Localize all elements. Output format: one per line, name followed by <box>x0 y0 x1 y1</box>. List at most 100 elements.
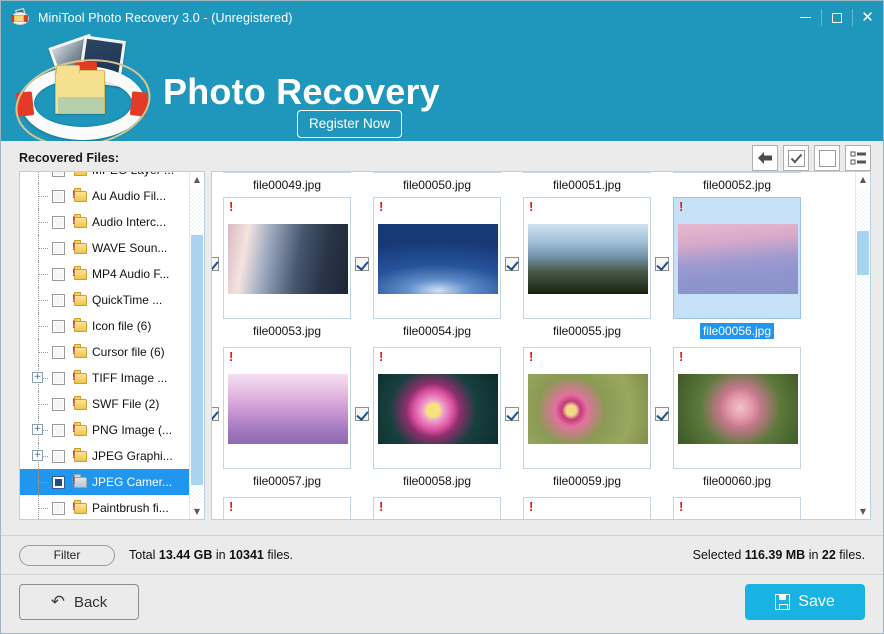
tree-item[interactable]: ! JPEG Camer... <box>20 469 190 495</box>
tree-scrollbar-thumb[interactable] <box>191 235 203 485</box>
tree-expand-icon[interactable]: + <box>32 424 43 435</box>
file-thumbnail-tile[interactable]: ! <box>373 347 501 469</box>
file-cell[interactable]: ! <box>512 496 662 519</box>
minimize-button[interactable] <box>790 1 821 34</box>
file-checkbox[interactable] <box>505 407 519 421</box>
tree-item-checkbox[interactable] <box>52 320 65 333</box>
files-scrollbar-track[interactable] <box>856 187 870 504</box>
tree-item[interactable]: ! Icon file (6) <box>20 313 190 339</box>
file-thumbnail-tile[interactable]: ! <box>523 497 651 519</box>
files-scrollbar-thumb[interactable] <box>857 231 869 275</box>
tree-item-checkbox[interactable] <box>52 242 65 255</box>
tree-item[interactable]: ! Au Audio Fil... <box>20 183 190 209</box>
file-cell[interactable]: ! <box>362 496 512 519</box>
tree-scroll-up-icon[interactable]: ▲ <box>190 172 204 187</box>
tree-item-checkbox[interactable] <box>52 502 65 515</box>
file-cell[interactable]: ! file00056.jpg <box>655 196 812 346</box>
toolbar-list-view-button[interactable] <box>845 145 871 171</box>
tree-scrollbar-track[interactable] <box>190 187 204 504</box>
tree-item[interactable]: ! SWF File (2) <box>20 391 190 417</box>
tree-item-checkbox[interactable] <box>52 372 65 385</box>
file-thumbnail-tile[interactable]: ! <box>523 347 651 469</box>
close-button[interactable]: ✕ <box>852 1 883 34</box>
file-checkbox[interactable] <box>355 257 369 271</box>
file-thumbnail-tile[interactable] <box>223 172 351 173</box>
files-scroll-down-icon[interactable]: ▼ <box>856 504 870 519</box>
back-button[interactable]: ↶ Back <box>19 584 139 620</box>
save-button[interactable]: Save <box>745 584 865 620</box>
file-checkbox[interactable] <box>212 407 219 421</box>
tree-expand-icon[interactable]: + <box>32 450 43 461</box>
file-thumbnail-grid[interactable]: file00049.jpg file00050.jpg file00051.jpg f… <box>211 171 871 520</box>
tree-item-checkbox[interactable] <box>52 172 65 177</box>
register-now-button[interactable]: Register Now <box>297 110 403 138</box>
file-cell[interactable]: ! file00054.jpg <box>355 196 512 346</box>
file-checkbox[interactable] <box>505 257 519 271</box>
tree-expand-icon[interactable]: + <box>32 372 43 383</box>
tree-item[interactable]: ! WAVE Soun... <box>20 235 190 261</box>
toolbar-back-button[interactable] <box>752 145 778 171</box>
tree-item[interactable]: ! Cursor file (6) <box>20 339 190 365</box>
file-cell[interactable]: file00050.jpg <box>362 172 512 196</box>
file-cell[interactable]: ! file00060.jpg <box>655 346 812 496</box>
files-scroll-up-icon[interactable]: ▲ <box>856 172 870 187</box>
filter-button[interactable]: Filter <box>19 544 115 566</box>
file-checkbox[interactable] <box>355 407 369 421</box>
tree-item[interactable]: +! TIFF Image ... <box>20 365 190 391</box>
tree-item-checkbox[interactable] <box>52 294 65 307</box>
file-thumbnail-tile[interactable] <box>373 172 501 173</box>
tree-item[interactable]: ! MPEG Layer ... <box>20 172 190 183</box>
tree-item-checkbox[interactable] <box>52 424 65 437</box>
tree-item[interactable]: +! JPEG Graphi... <box>20 443 190 469</box>
file-cell[interactable]: ! file00057.jpg <box>212 346 362 496</box>
file-cell[interactable]: file00051.jpg <box>512 172 662 196</box>
file-cell[interactable]: ! <box>662 496 812 519</box>
file-type-tree[interactable]: ! MPEG Layer ...! Au Audio Fil...! Audio In… <box>19 171 205 520</box>
file-cell[interactable]: file00052.jpg <box>662 172 812 196</box>
main-content: Recovered Files: ! MPEG Layer ...! Au Audi… <box>1 141 883 633</box>
tree-scroll-down-icon[interactable]: ▼ <box>190 504 204 519</box>
file-cell[interactable]: file00049.jpg <box>212 172 362 196</box>
tree-item-checkbox[interactable] <box>52 268 65 281</box>
file-thumbnail-tile[interactable]: ! <box>223 497 351 519</box>
file-checkbox[interactable] <box>655 407 669 421</box>
file-checkbox[interactable] <box>212 257 219 271</box>
file-thumbnail-tile[interactable]: ! <box>223 197 351 319</box>
tree-item[interactable]: ! MP4 Audio F... <box>20 261 190 287</box>
tree-item[interactable]: ! QuickTime ... <box>20 287 190 313</box>
tree-scrollbar[interactable]: ▲ ▼ <box>189 172 204 519</box>
file-thumbnail-tile[interactable]: ! <box>673 347 801 469</box>
tree-item-checkbox[interactable] <box>52 476 65 489</box>
file-thumbnail-tile[interactable] <box>523 172 651 173</box>
tree-item[interactable]: ! Paintbrush fi... <box>20 495 190 519</box>
maximize-button[interactable] <box>821 1 852 34</box>
file-thumbnail-tile[interactable]: ! <box>373 197 501 319</box>
file-thumbnail-tile[interactable]: ! <box>673 197 801 319</box>
file-cell[interactable]: ! file00053.jpg <box>212 196 362 346</box>
tree-guide-dots <box>38 300 48 301</box>
toolbar-select-all-button[interactable] <box>783 145 809 171</box>
file-cell[interactable]: ! file00058.jpg <box>355 346 512 496</box>
tree-item-checkbox[interactable] <box>52 450 65 463</box>
file-checkbox[interactable] <box>655 257 669 271</box>
file-thumbnail-tile[interactable] <box>673 172 801 173</box>
tree-item[interactable]: ! Audio Interc... <box>20 209 190 235</box>
tree-item-checkbox[interactable] <box>52 398 65 411</box>
tree-item-checkbox[interactable] <box>52 346 65 359</box>
file-thumbnail-tile[interactable]: ! <box>223 347 351 469</box>
file-cell[interactable]: ! <box>212 496 362 519</box>
tree-item[interactable]: +! PNG Image (... <box>20 417 190 443</box>
file-thumbnail-tile[interactable]: ! <box>373 497 501 519</box>
file-thumbnail-tile[interactable]: ! <box>673 497 801 519</box>
tree-item-checkbox[interactable] <box>52 216 65 229</box>
view-toolbar <box>752 145 871 171</box>
file-cell[interactable]: ! file00055.jpg <box>505 196 662 346</box>
warning-exclamation-icon: ! <box>529 499 534 514</box>
file-thumbnail-tile[interactable]: ! <box>523 197 651 319</box>
tree-item-checkbox[interactable] <box>52 190 65 203</box>
file-cell[interactable]: ! file00059.jpg <box>505 346 662 496</box>
total-suffix: files. <box>263 548 294 562</box>
toolbar-deselect-all-button[interactable] <box>814 145 840 171</box>
files-scrollbar[interactable]: ▲ ▼ <box>855 172 870 519</box>
warning-exclamation-icon: ! <box>379 349 384 364</box>
